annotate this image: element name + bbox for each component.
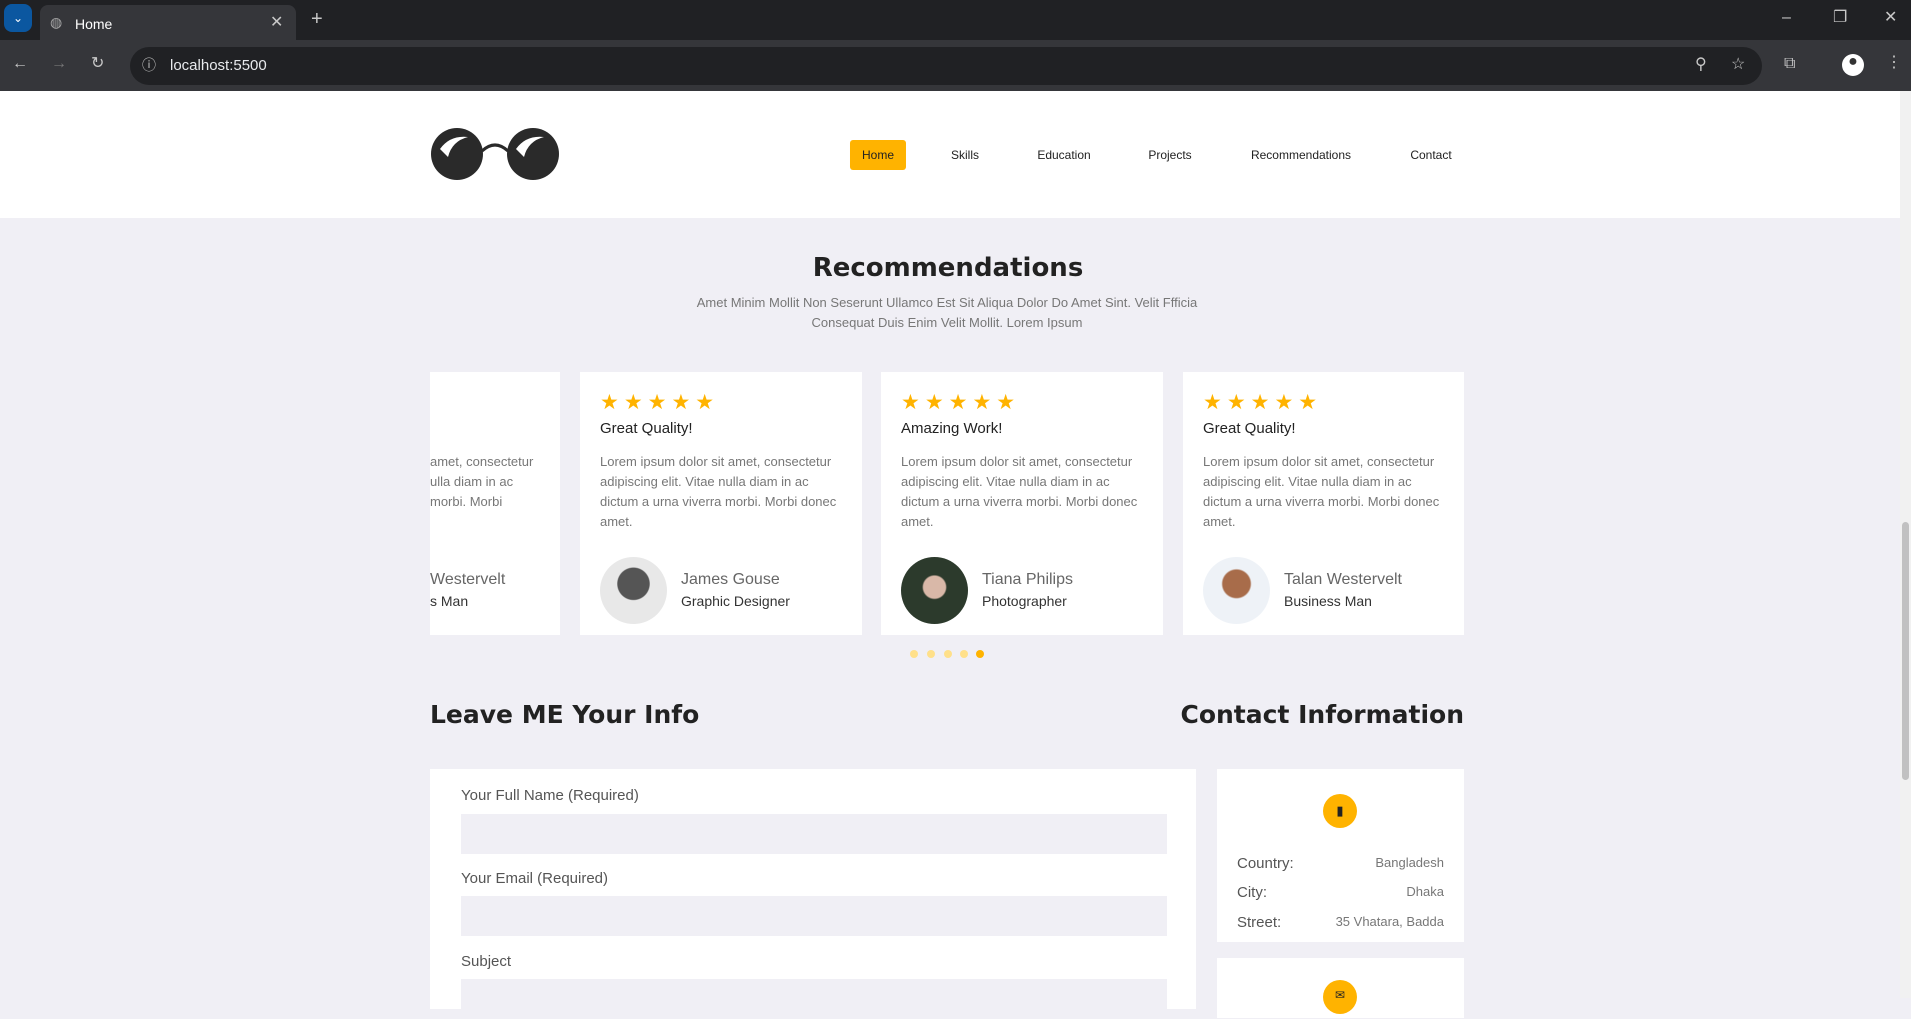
nav-projects[interactable]: Projects <box>1136 140 1203 170</box>
back-icon[interactable]: ← <box>12 56 28 72</box>
card-title: Great Quality! <box>600 420 693 437</box>
forward-icon[interactable]: → <box>51 56 67 72</box>
recommendation-card: ★★★★★ Amazing Work! Lorem ipsum dolor si… <box>881 372 1163 635</box>
scrollbar[interactable] <box>1900 91 1911 998</box>
url-text: localhost:5500 <box>170 57 267 74</box>
card-title: Amazing Work! <box>901 420 1003 437</box>
contact-title: Contact Information <box>1180 700 1464 729</box>
site-info-icon[interactable]: ⓘ <box>142 58 156 72</box>
carousel-dot[interactable] <box>910 650 918 658</box>
person-role: Photographer <box>982 593 1067 609</box>
reload-icon[interactable]: ↻ <box>91 56 104 72</box>
card-text: amet, consectetur ulla diam in ac morbi.… <box>430 454 534 509</box>
row-label: Street: <box>1237 914 1282 931</box>
card-text: Lorem ipsum dolor sit amet, consectetur … <box>1203 454 1440 529</box>
star-rating-icons: ★★★★★ <box>600 391 720 414</box>
recommendation-card: ★★★★★ Great Quality! Lorem ipsum dolor s… <box>580 372 862 635</box>
subject-label: Subject <box>461 953 512 970</box>
subtitle-line: Amet Minim Mollit Non Seserunt Ullamco E… <box>696 295 1198 310</box>
tab-search-button[interactable]: ⌄ <box>4 4 32 32</box>
star-rating-icons: ★★★★★ <box>901 391 1021 414</box>
email-label: Your Email (Required) <box>461 870 609 887</box>
avatar <box>901 557 968 624</box>
recommendations-subtitle: Amet Minim Mollit Non Seserunt Ullamco E… <box>597 293 1297 333</box>
envelope-icon: ✉ <box>1323 980 1357 1014</box>
card-text: Lorem ipsum dolor sit amet, consectetur … <box>600 454 837 529</box>
star-rating-icons: ★★★★★ <box>1203 391 1323 414</box>
nav-contact[interactable]: Contact <box>1398 140 1463 170</box>
contact-row: Street: 35 Vhatara, Badda <box>1237 914 1444 931</box>
address-card: ▮ Country: Bangladesh City: Dhaka Street: 3… <box>1217 769 1464 942</box>
carousel-dot[interactable] <box>960 650 968 658</box>
profile-icon[interactable]: ● <box>1842 54 1864 76</box>
carousel-dot[interactable] <box>944 650 952 658</box>
globe-icon: ◍ <box>50 14 63 30</box>
restore-icon[interactable]: ❐ <box>1833 10 1847 26</box>
subject-input[interactable] <box>461 979 1167 1019</box>
email-card: ✉ <box>1217 958 1464 1018</box>
menu-icon[interactable]: ⋮ <box>1886 55 1902 71</box>
address-bar[interactable]: ⓘ localhost:5500 ⚲ ☆ <box>130 47 1762 85</box>
recommendation-card-partial: amet, consectetur ulla diam in ac morbi.… <box>430 372 560 635</box>
person-name: Tiana Philips <box>982 571 1074 588</box>
person-role: Business Man <box>1284 593 1372 609</box>
card-text: Lorem ipsum dolor sit amet, consectetur … <box>901 454 1138 529</box>
carousel-dot-active[interactable] <box>976 650 984 658</box>
row-value: Bangladesh <box>1375 855 1444 870</box>
full-name-input[interactable] <box>461 814 1167 854</box>
browser-tab[interactable]: ◍ Home ✕ <box>40 5 296 40</box>
person-name: Westervelt <box>430 571 506 588</box>
minimize-icon[interactable]: – <box>1782 10 1791 26</box>
row-label: Country: <box>1237 855 1294 872</box>
form-title: Leave ME Your Info <box>430 700 700 729</box>
browser-tab-bar: ⌄ ◍ Home ✕ + – ❐ ✕ <box>0 0 1911 40</box>
person-role: s Man <box>430 593 469 609</box>
row-value: Dhaka <box>1406 884 1444 899</box>
zoom-icon[interactable]: ⚲ <box>1695 57 1707 73</box>
row-label: City: <box>1237 884 1267 901</box>
nav-skills[interactable]: Skills <box>939 140 991 170</box>
logo-glasses-icon[interactable] <box>430 127 560 181</box>
map-icon: ▮ <box>1323 794 1357 828</box>
info-form: Your Full Name (Required) Your Email (Re… <box>430 769 1196 1019</box>
nav-education[interactable]: Education <box>1025 140 1102 170</box>
new-tab-icon[interactable]: + <box>311 9 323 29</box>
close-window-icon[interactable]: ✕ <box>1884 10 1897 26</box>
person-name: Talan Westervelt <box>1284 571 1402 588</box>
carousel-dot[interactable] <box>927 650 935 658</box>
person-name: James Gouse <box>681 571 780 588</box>
avatar <box>1203 557 1270 624</box>
email-input[interactable] <box>461 896 1167 936</box>
subtitle-line: Consequat Duis Enim Velit Mollit. Lorem … <box>811 315 1083 330</box>
recommendations-title: Recommendations <box>812 253 1084 283</box>
row-value: 35 Vhatara, Badda <box>1335 914 1444 929</box>
recommendation-card: ★★★★★ Great Quality! Lorem ipsum dolor s… <box>1183 372 1464 635</box>
person-role: Graphic Designer <box>681 593 790 609</box>
full-name-label: Your Full Name (Required) <box>461 787 639 804</box>
avatar <box>600 557 667 624</box>
contact-row: Country: Bangladesh <box>1237 855 1444 872</box>
nav-recommendations[interactable]: Recommendations <box>1239 140 1363 170</box>
contact-row: City: Dhaka <box>1237 884 1444 901</box>
nav-home[interactable]: Home <box>849 140 907 170</box>
tab-title: Home <box>75 16 113 32</box>
bookmark-star-icon[interactable]: ☆ <box>1731 57 1745 73</box>
extensions-icon[interactable]: ⧉ <box>1784 56 1795 72</box>
scrollbar-thumb[interactable] <box>1902 522 1909 780</box>
card-title: Great Quality! <box>1203 420 1296 437</box>
close-tab-icon[interactable]: ✕ <box>270 15 283 31</box>
